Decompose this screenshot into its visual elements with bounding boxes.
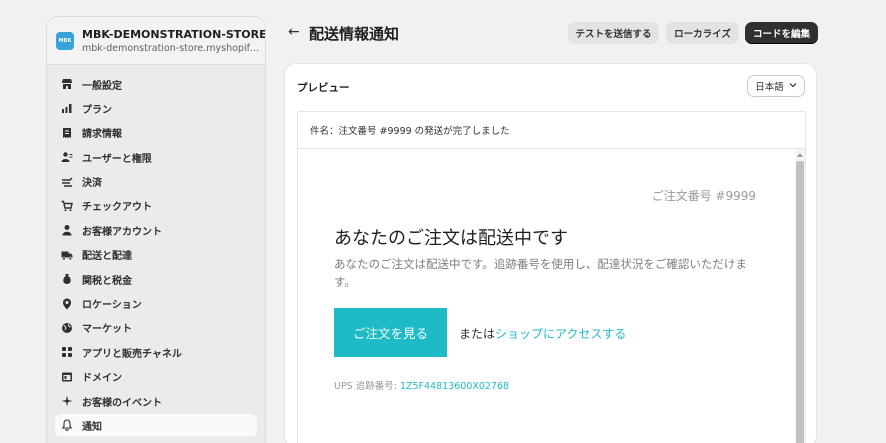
plan-chart-icon: [61, 102, 73, 114]
sidebar-item-label: ユーザーと権限: [82, 153, 152, 165]
preview-title: プレビュー: [297, 82, 350, 94]
apps-icon: [61, 346, 73, 358]
email-body: あなたのご注文は配送中です。追跡番号を使用し、配達状況をご確認いただけます。: [334, 257, 747, 289]
globe-icon: [61, 322, 73, 334]
sidebar-item-shipping[interactable]: 配送と配達: [55, 244, 257, 266]
sidebar-item-markets[interactable]: マーケット: [55, 317, 257, 339]
sidebar-item-label: お客様アカウント: [82, 226, 162, 238]
store-switcher[interactable]: MBK MBK-DEMONSTRATION-STORE mbk-demonstr…: [47, 17, 265, 65]
preview-card: プレビュー 日本語 件名：注文番号 #9999 の発送が完了しました ご注文番号…: [284, 63, 817, 443]
sidebar-item-label: 請求情報: [82, 129, 122, 141]
store-name: MBK-DEMONSTRATION-STORE: [82, 27, 266, 41]
sidebar-item-label: 通知: [82, 421, 102, 433]
sidebar-item-billing[interactable]: 請求情報: [55, 122, 257, 144]
receipt-icon: [61, 127, 73, 139]
sidebar-item-checkout[interactable]: チェックアウト: [55, 195, 257, 217]
truck-icon: [61, 249, 73, 261]
sidebar-item-customer-events[interactable]: お客様のイベント: [55, 390, 257, 412]
send-test-button[interactable]: テストを送信する: [568, 22, 659, 44]
store-icon: [61, 78, 73, 90]
sparkle-icon: [61, 395, 73, 407]
sidebar-item-general[interactable]: 一般設定: [55, 73, 257, 95]
email-subject: 件名：注文番号 #9999 の発送が完了しました: [298, 112, 805, 149]
tracking-number-link[interactable]: 1Z5F44813600X02768: [400, 381, 509, 392]
tax-bag-icon: [61, 273, 73, 285]
or-text: または: [459, 327, 496, 341]
scroll-thumb[interactable]: [796, 161, 804, 443]
payments-icon: [61, 176, 73, 188]
sidebar-item-customer-accounts[interactable]: お客様アカウント: [55, 219, 257, 241]
users-icon: [61, 151, 73, 163]
tracking-line: UPS 追跡番号: 1Z5F44813600X02768: [334, 378, 509, 392]
bell-icon: [61, 419, 73, 432]
settings-sidebar: MBK MBK-DEMONSTRATION-STORE mbk-demonstr…: [46, 16, 266, 443]
sidebar-item-label: 決済: [82, 178, 102, 190]
tracking-label: UPS 追跡番号:: [334, 381, 400, 392]
sidebar-item-label: プラン: [82, 104, 112, 116]
sidebar-item-users[interactable]: ユーザーと権限: [55, 146, 257, 168]
email-heading: あなたのご注文は配送中です: [334, 228, 568, 249]
sidebar-item-label: ロケーション: [82, 300, 142, 312]
sidebar-item-plan[interactable]: プラン: [55, 97, 257, 119]
store-logo: MBK: [56, 31, 74, 50]
sidebar-item-label: アプリと販売チャネル: [82, 348, 182, 360]
location-pin-icon: [61, 298, 73, 310]
order-number: ご注文番号 #9999: [651, 189, 756, 203]
store-url: mbk-demonstration-store.myshopify.c...: [82, 42, 262, 54]
sidebar-item-label: お客様のイベント: [82, 397, 162, 409]
cart-icon: [61, 200, 73, 212]
chevron-down-icon: [789, 81, 797, 92]
sidebar-item-notifications[interactable]: 通知: [55, 414, 257, 437]
scroll-up-icon[interactable]: [797, 153, 803, 157]
preview-scrollbar[interactable]: [795, 149, 805, 443]
sidebar-item-label: 配送と配達: [82, 251, 132, 263]
sidebar-item-label: 一般設定: [82, 80, 122, 92]
sidebar-item-locations[interactable]: ロケーション: [55, 293, 257, 315]
edit-code-button[interactable]: コードを編集: [745, 22, 818, 44]
settings-nav: 一般設定 プラン 請求情報 ユーザーと権限 決済 チェックアウト お客様アカウン…: [47, 65, 265, 443]
sidebar-item-label: 関税と税金: [82, 275, 132, 287]
sidebar-item-payments[interactable]: 決済: [55, 171, 257, 193]
language-value: 日本語: [755, 82, 784, 93]
sidebar-item-domains[interactable]: ドメイン: [55, 366, 257, 388]
domain-icon: [61, 371, 73, 383]
sidebar-item-apps[interactable]: アプリと販売チャネル: [55, 341, 257, 363]
visit-shop-link[interactable]: ショップにアクセスする: [495, 327, 626, 341]
localize-button[interactable]: ローカライズ: [666, 22, 739, 44]
page-title: 配送情報通知: [309, 25, 400, 43]
sidebar-item-label: チェックアウト: [82, 202, 152, 214]
back-arrow-icon[interactable]: ←: [288, 24, 300, 40]
person-icon: [61, 224, 73, 236]
sidebar-item-label: ドメイン: [82, 373, 122, 385]
sidebar-item-taxes[interactable]: 関税と税金: [55, 268, 257, 290]
email-preview: 件名：注文番号 #9999 の発送が完了しました ご注文番号 #9999 あなた…: [297, 111, 806, 443]
sidebar-item-label: マーケット: [82, 324, 132, 336]
shop-link-line: またはショップにアクセスする: [459, 325, 626, 342]
language-select[interactable]: 日本語: [747, 75, 805, 97]
view-order-button[interactable]: ご注文を見る: [334, 308, 447, 357]
